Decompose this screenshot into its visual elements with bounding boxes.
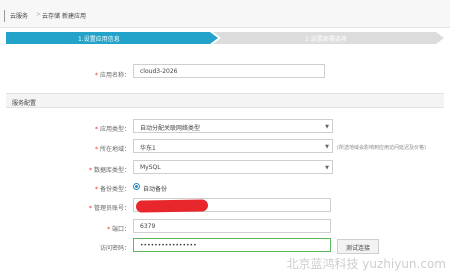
port-label: * 端口： <box>107 226 130 233</box>
chevron-down-icon: ▼ <box>325 144 329 150</box>
breadcrumb-item[interactable]: 云存储 <box>42 11 60 20</box>
watermark: 北京蓝鸿科技 yuzhiyun.com <box>286 257 446 271</box>
app-type-label: * 应用类型： <box>95 126 130 133</box>
port-input[interactable]: 6379 <box>133 219 331 233</box>
app-name-label: * 应用名称： <box>95 72 130 79</box>
app-type-select[interactable]: 自动分配关联网络类型 ▼ <box>133 119 333 133</box>
db-type-label: * 数据库类型： <box>89 167 130 174</box>
password-input[interactable]: •••••••••••••••• <box>133 238 331 252</box>
step-1-label: 1.设置应用信息 <box>78 36 120 43</box>
backup-radio[interactable] <box>133 183 140 190</box>
section-title: 服务配置 <box>12 100 37 107</box>
step-2-inactive: 2.设置部署选项 <box>213 32 444 44</box>
db-type-select[interactable]: MySQL ▼ <box>133 160 333 174</box>
password-label: 访问密码： <box>99 245 130 252</box>
app-name-input[interactable]: cloud3-2026 <box>133 64 325 78</box>
breadcrumb-separator: > <box>36 11 42 18</box>
redaction-mark <box>135 199 209 213</box>
chevron-down-icon: ▼ <box>325 124 329 130</box>
region-label: * 所在地域： <box>95 146 130 153</box>
step-indicator: 1.设置应用信息 2.设置部署选项 <box>6 32 444 44</box>
region-value: 华东1 <box>140 145 156 152</box>
db-type-value: MySQL <box>140 164 161 171</box>
backup-label: * 备份类型： <box>95 186 130 193</box>
chevron-down-icon: ▼ <box>325 165 329 171</box>
region-note: (所选地域会影响到应用访问延迟及价格) <box>337 145 426 151</box>
backup-option-label: 自动备份 <box>143 186 168 193</box>
breadcrumb-item[interactable]: 云服务 <box>10 11 28 20</box>
region-select[interactable]: 华东1 ▼ <box>133 139 333 153</box>
test-connection-button[interactable]: 测试连接 <box>337 239 379 254</box>
breadcrumb-item: 新建应用 <box>62 13 87 20</box>
section-header: 服务配置 <box>6 93 444 108</box>
admin-account-label: * 管理员账号： <box>89 205 130 212</box>
app-type-value: 自动分配关联网络类型 <box>140 125 201 132</box>
breadcrumb: 云服务 > 云存储 新建应用 <box>0 0 450 28</box>
breadcrumb-divider <box>4 10 5 22</box>
step-1-active: 1.设置应用信息 <box>6 32 218 44</box>
step-2-label: 2.设置部署选项 <box>305 36 347 43</box>
